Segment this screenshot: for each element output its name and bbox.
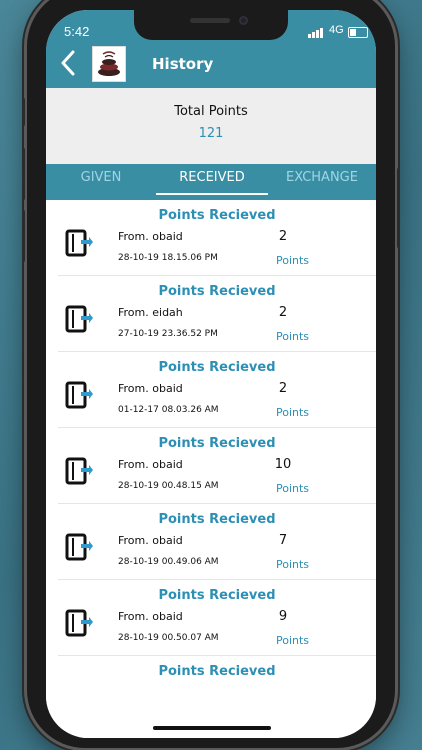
home-indicator[interactable] [153, 726, 271, 730]
item-from: From. obaid [118, 230, 183, 243]
camera [239, 16, 248, 25]
item-date: 28-10-19 00.49.06 AM [118, 557, 219, 567]
item-points-unit: Points [276, 330, 310, 343]
chevron-left-icon [61, 50, 75, 76]
receive-points-icon [65, 533, 93, 561]
item-heading: Points Recieved [158, 512, 276, 527]
item-points: 2 [278, 381, 288, 396]
total-points-value: 121 [198, 126, 224, 141]
list-item[interactable]: Points Recieved From. obaid 28-10-19 00.… [58, 428, 376, 504]
app-screen: 5:42 4G History Total Points 121 GIVEN R… [46, 10, 376, 738]
active-tab-indicator [156, 193, 268, 195]
item-points-unit: Points [276, 482, 310, 495]
status-time: 5:42 [64, 24, 90, 39]
total-points-panel: Total Points 121 [46, 88, 376, 164]
item-from: From. eidah [118, 306, 183, 319]
history-list: Points Recieved From. obaid 28-10-19 18.… [46, 200, 376, 738]
item-points-unit: Points [276, 634, 310, 647]
list-item[interactable]: Points Recieved [58, 656, 376, 731]
back-button[interactable] [60, 50, 76, 81]
receive-points-icon [65, 609, 93, 637]
total-points-label: Total Points [174, 104, 248, 119]
list-item[interactable]: Points Recieved From. eidah 27-10-19 23.… [58, 276, 376, 352]
item-points: 9 [278, 609, 288, 624]
volume-up-button [22, 148, 25, 200]
network-type: 4G [329, 24, 344, 36]
list-item[interactable]: Points Recieved From. obaid 28-10-19 18.… [58, 200, 376, 276]
item-heading: Points Recieved [158, 284, 276, 299]
mute-switch [22, 98, 25, 126]
tab-bar: GIVEN RECEIVED EXCHANGE [46, 164, 376, 200]
item-heading: Points Recieved [158, 664, 276, 679]
item-points: 10 [274, 457, 292, 472]
item-points: 2 [278, 305, 288, 320]
item-points-unit: Points [276, 254, 310, 267]
receive-points-icon [65, 381, 93, 409]
signal-icon [308, 28, 323, 38]
item-heading: Points Recieved [158, 360, 276, 375]
power-button [397, 168, 400, 248]
item-date: 28-10-19 00.50.07 AM [118, 633, 219, 643]
item-heading: Points Recieved [158, 436, 276, 451]
list-item[interactable]: Points Recieved From. obaid 28-10-19 00.… [58, 504, 376, 580]
receive-points-icon [65, 229, 93, 257]
item-date: 28-10-19 18.15.06 PM [118, 253, 218, 263]
item-from: From. obaid [118, 382, 183, 395]
app-bar: History [46, 40, 376, 88]
receive-points-icon [65, 457, 93, 485]
item-date: 27-10-19 23.36.52 PM [118, 329, 218, 339]
item-points: 2 [278, 229, 288, 244]
page-title: History [152, 55, 214, 73]
item-points-unit: Points [276, 558, 310, 571]
speaker [190, 18, 230, 23]
volume-down-button [22, 210, 25, 262]
item-from: From. obaid [118, 458, 183, 471]
item-from: From. obaid [118, 534, 183, 547]
list-item[interactable]: Points Recieved From. obaid 28-10-19 00.… [58, 580, 376, 656]
tab-given[interactable]: GIVEN [46, 164, 156, 198]
app-logo [92, 46, 126, 82]
item-points: 7 [278, 533, 288, 548]
item-date: 28-10-19 00.48.15 AM [118, 481, 219, 491]
list-item[interactable]: Points Recieved From. obaid 01-12-17 08.… [58, 352, 376, 428]
tab-exchange[interactable]: EXCHANGE [268, 164, 376, 198]
item-heading: Points Recieved [158, 208, 276, 223]
item-points-unit: Points [276, 406, 310, 419]
item-date: 01-12-17 08.03.26 AM [118, 405, 219, 415]
receive-points-icon [65, 305, 93, 333]
item-from: From. obaid [118, 610, 183, 623]
item-heading: Points Recieved [158, 588, 276, 603]
notch [134, 10, 288, 40]
battery-icon [348, 27, 368, 38]
